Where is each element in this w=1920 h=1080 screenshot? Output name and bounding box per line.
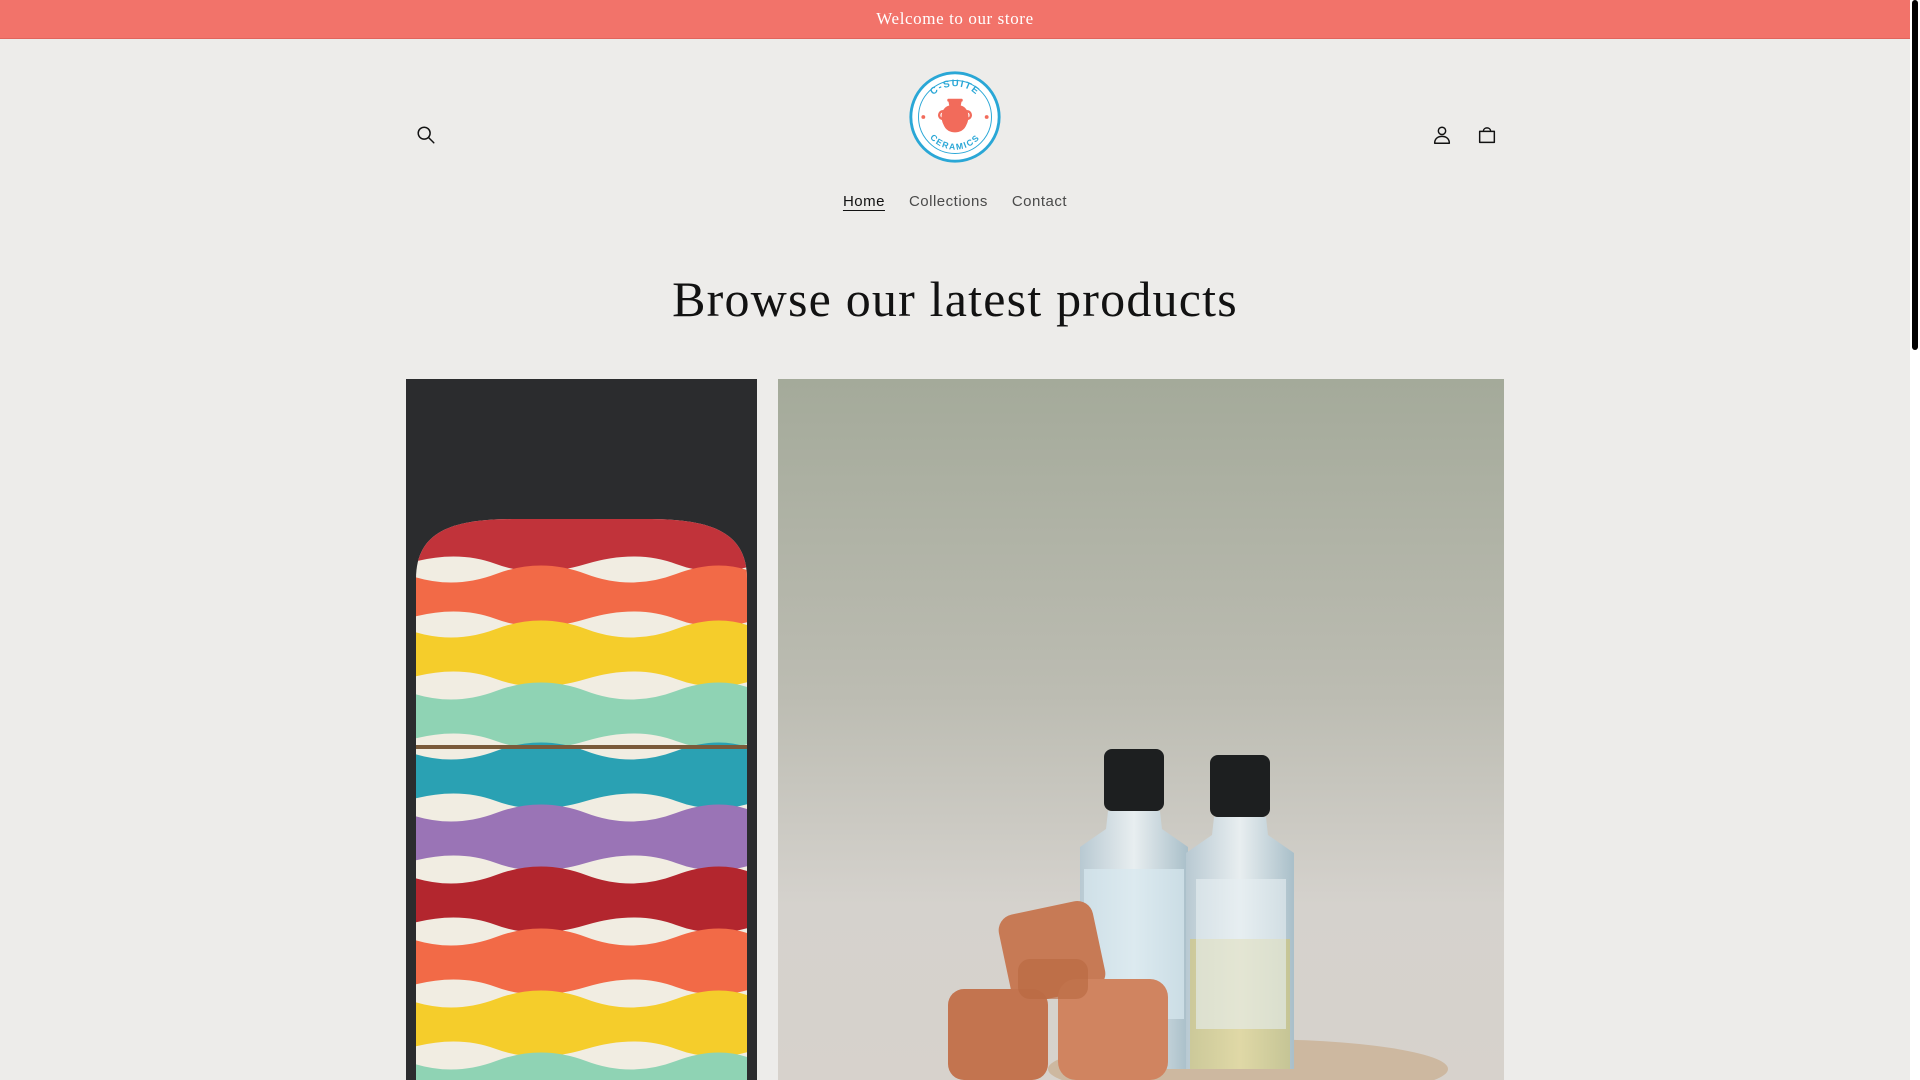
- account-icon: [1431, 124, 1453, 151]
- cart-button[interactable]: [1465, 115, 1509, 159]
- nav-item-home[interactable]: Home: [831, 185, 897, 218]
- main-navigation: Home Collections Contact: [0, 185, 1910, 218]
- product-card-oils[interactable]: [778, 379, 1504, 1080]
- section-heading: Browse our latest products: [672, 271, 1238, 327]
- product-image-oil-bottles: [778, 379, 1504, 1080]
- announcement-bar: Welcome to our store: [0, 0, 1910, 39]
- page: Welcome to our store C-SUITE CERAMICS Ho…: [0, 0, 1910, 1080]
- page-scrollbar[interactable]: [1910, 0, 1920, 1080]
- account-button[interactable]: [1420, 115, 1464, 159]
- nav-item-collections[interactable]: Collections: [897, 185, 1000, 218]
- product-image-striped-vase: [406, 379, 757, 1080]
- site-header: C-SUITE CERAMICS Home Collections Contac…: [0, 39, 1910, 239]
- scrollbar-thumb[interactable]: [1912, 0, 1918, 350]
- cart-icon: [1476, 124, 1498, 151]
- announcement-text: Welcome to our store: [876, 9, 1034, 28]
- search-icon: [415, 124, 437, 151]
- search-button[interactable]: [404, 115, 448, 159]
- product-card-vase[interactable]: [406, 379, 757, 1080]
- nav-item-contact[interactable]: Contact: [1000, 185, 1079, 218]
- store-logo[interactable]: C-SUITE CERAMICS: [907, 69, 1003, 165]
